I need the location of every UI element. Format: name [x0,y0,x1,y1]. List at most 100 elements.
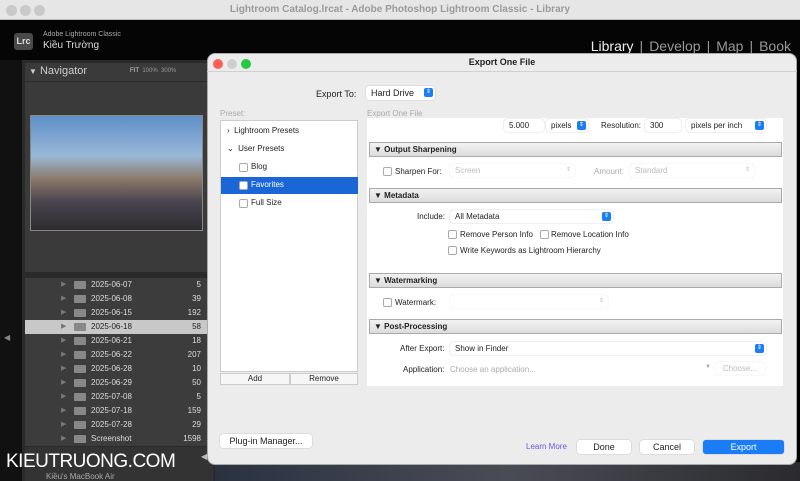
remove-preset-button[interactable]: Remove [290,373,358,385]
chevron-updown-icon: ⇕ [565,167,572,173]
module-map[interactable]: Map [716,38,743,54]
application-input[interactable]: Choose an application... [450,365,536,374]
folder-name: 2025-06-28 [91,364,132,373]
folder-name: 2025-06-21 [91,336,132,345]
navigator-title: Navigator [39,65,88,77]
folder-row[interactable]: ▶ 2025-06-18 58 [25,320,213,334]
folder-icon [74,295,86,303]
chevron-right-icon: › [227,126,230,135]
after-export-label: After Export: [400,344,445,353]
folder-icon [74,365,86,373]
folder-row[interactable]: ▶ 2025-06-15 192 [25,306,213,320]
sharpen-for-select[interactable]: Screen ⇕ [450,164,575,177]
folder-count: 18 [192,336,201,345]
preset-folder-lightroom[interactable]: › Lightroom Presets [221,123,358,140]
preset-checkbox[interactable] [239,199,248,208]
disclosure-triangle-icon: ▼ [374,145,382,154]
plugin-manager-button[interactable]: Plug-in Manager... [220,434,312,448]
folder-icon [74,337,86,345]
separator: | [639,38,644,54]
module-library[interactable]: Library [591,38,634,54]
metadata-header[interactable]: ▼ Metadata [369,188,782,203]
preset-checkbox[interactable] [239,163,248,172]
zoom-300[interactable]: 300% [161,68,176,74]
output-sharpening-header[interactable]: ▼ Output Sharpening [369,142,782,157]
include-select[interactable]: All Metadata ⇕ [450,210,613,223]
watermarking-header[interactable]: ▼ Watermarking [369,273,782,288]
amount-value: Standard [635,166,668,175]
disclosure-triangle-icon[interactable]: ▶ [61,420,66,428]
folder-name: 2025-06-07 [91,280,132,289]
application-label: Application: [403,365,445,374]
folder-count: 207 [187,350,201,359]
choose-button[interactable]: Choose... [715,362,765,375]
after-export-select[interactable]: Show in Finder ⇕ [450,342,766,355]
preset-blog[interactable]: Blog [221,159,358,176]
disclosure-triangle-icon[interactable]: ▶ [61,322,66,330]
preset-label: Blog [251,162,268,171]
zoom-100[interactable]: 100% [142,68,157,74]
preset-label: Full Size [251,198,282,207]
disclosure-triangle-icon[interactable]: ▶ [61,350,66,358]
sharpen-for-checkbox[interactable] [383,167,392,176]
remove-person-checkbox[interactable] [448,230,457,239]
export-button[interactable]: Export [703,440,784,454]
left-panel-toggle[interactable]: ◀ [0,60,22,481]
export-to-select[interactable]: Hard Drive ⇕ [366,86,435,100]
folder-row[interactable]: ▶ 2025-07-18 159 [25,404,213,418]
disclosure-triangle-icon[interactable]: ▶ [61,336,66,344]
folder-icon [74,351,86,359]
navigator-photo[interactable] [30,115,203,231]
resolution-unit-select[interactable]: pixels per inch ⇕ [686,119,766,132]
resolution-input[interactable]: 300 [645,119,681,132]
size-unit-select[interactable]: pixels ⇕ [546,119,588,132]
export-to-label: Export To: [316,89,357,99]
disclosure-triangle-icon[interactable]: ▶ [61,308,66,316]
disclosure-triangle-icon: ▼ [374,322,382,331]
folder-icon [74,435,86,443]
disclosure-triangle-icon[interactable]: ▶ [61,294,66,302]
folder-row[interactable]: ▶ 2025-07-08 5 [25,390,213,404]
folder-row[interactable]: ▶ 2025-06-21 18 [25,334,213,348]
folder-row[interactable]: ▶ 2025-06-28 10 [25,362,213,376]
amount-select[interactable]: Standard ⇕ [630,164,754,177]
folder-row[interactable]: ▶ Screenshot 1598 [25,432,213,446]
disclosure-triangle-icon[interactable]: ▶ [61,434,66,442]
size-input[interactable]: 5.000 [504,119,544,132]
folder-row[interactable]: ▶ 2025-06-22 207 [25,348,213,362]
volume-name: Kiều's MacBook Air [46,472,115,481]
folder-row[interactable]: ▶ 2025-06-29 50 [25,376,213,390]
cancel-button[interactable]: Cancel [640,440,694,454]
export-to-value: Hard Drive [371,88,415,98]
chevron-updown-icon: ⇕ [744,167,751,173]
remove-location-checkbox[interactable] [540,230,549,239]
watermark-select[interactable]: ⇕ [450,295,608,308]
preset-favorites[interactable]: Favorites [221,177,358,194]
disclosure-triangle-icon[interactable]: ▶ [61,406,66,414]
disclosure-triangle-icon: ▼ [29,67,37,76]
folder-row[interactable]: ▶ 2025-06-07 5 [25,278,213,292]
zoom-fit[interactable]: FIT [130,68,139,74]
module-develop[interactable]: Develop [649,38,700,54]
navigator-header[interactable]: ▼ Navigator [25,63,213,81]
folder-name: 2025-06-08 [91,294,132,303]
module-book[interactable]: Book [759,38,791,54]
done-button[interactable]: Done [577,440,631,454]
folder-row[interactable]: ▶ 2025-06-08 39 [25,292,213,306]
watermark-checkbox[interactable] [383,298,392,307]
disclosure-triangle-icon[interactable]: ▶ [61,378,66,386]
post-processing-header[interactable]: ▼ Post-Processing [369,319,782,334]
preset-checkbox[interactable] [239,181,248,190]
preset-full-size[interactable]: Full Size [221,195,358,212]
separator: | [706,38,711,54]
disclosure-triangle-icon[interactable]: ▶ [61,280,66,288]
disclosure-triangle-icon[interactable]: ▶ [61,392,66,400]
add-preset-button[interactable]: Add [220,373,290,385]
preset-folder-user[interactable]: ⌄ User Presets [221,141,358,158]
learn-more-link[interactable]: Learn More [526,442,567,451]
write-keywords-checkbox[interactable] [448,246,457,255]
folder-name: 2025-06-18 [91,322,132,331]
disclosure-triangle-icon[interactable]: ▶ [61,364,66,372]
folder-row[interactable]: ▶ 2025-07-28 29 [25,418,213,432]
dropdown-arrow-icon[interactable]: ▼ [705,364,711,370]
